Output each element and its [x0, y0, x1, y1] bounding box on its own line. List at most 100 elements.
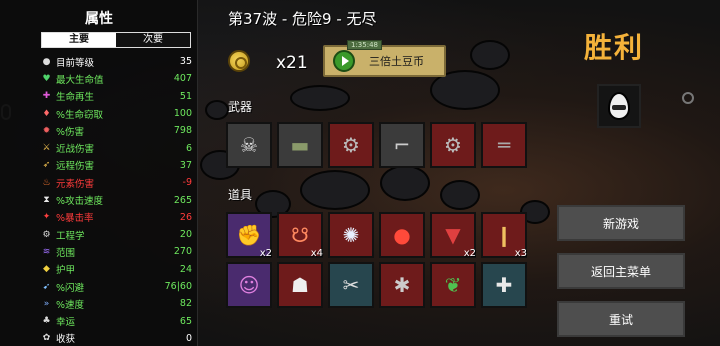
inventory-slot[interactable]: ✂	[328, 262, 374, 308]
victory-title: 胜利	[584, 31, 645, 64]
stat-label: 目前等级	[56, 57, 95, 69]
bullet-icon: ❙	[495, 223, 513, 247]
stat-row: ♣ 幸运 65	[40, 312, 192, 329]
level-icon: ●	[42, 56, 51, 67]
stat-row: ✦ %暴击率 26	[40, 209, 192, 226]
tab-secondary[interactable]: 次要	[116, 33, 190, 47]
play-icon	[333, 50, 355, 72]
character-portrait	[597, 84, 641, 128]
stat-label: 最大生命值	[56, 74, 104, 86]
inventory-slot[interactable]: ▬	[277, 122, 323, 168]
inventory-slot[interactable]: ✱	[379, 262, 425, 308]
inventory-slot[interactable]: ☗	[277, 262, 323, 308]
stat-label: %攻击速度	[56, 196, 104, 208]
main-menu-button[interactable]: 返回主菜单	[557, 253, 685, 289]
stat-label: %暴击率	[56, 213, 94, 225]
speed-icon: »	[43, 298, 50, 309]
stat-row: ⧗ %攻击速度 265	[40, 191, 192, 208]
stats-tabs: 主要 次要	[41, 32, 191, 48]
inventory-slot[interactable]: ❙ x3	[481, 212, 527, 259]
stat-value: 100	[173, 108, 192, 120]
inventory-slot[interactable]: ✚	[481, 262, 527, 308]
minigun-icon: ⚙	[342, 133, 360, 157]
stat-value: 82	[179, 298, 192, 310]
inventory-slot[interactable]: ═	[481, 122, 527, 168]
new-game-button[interactable]: 新游戏	[557, 205, 685, 241]
stat-value: 35	[179, 56, 192, 68]
stat-label: %闪避	[56, 282, 85, 294]
range-icon: ≋	[42, 246, 51, 257]
stat-value: 65	[179, 315, 192, 327]
stat-label: 生命再生	[56, 92, 95, 104]
attack-speed-icon: ⧗	[43, 195, 50, 206]
triple-coins-tag: 1:35:48	[347, 40, 382, 50]
inventory-slot[interactable]: ✺	[328, 212, 374, 258]
triple-coins-label: 三倍土豆币	[369, 55, 424, 68]
crit-icon: ✦	[42, 212, 51, 223]
stat-label: 元素伤害	[56, 178, 95, 190]
item-count: x4	[310, 248, 323, 259]
skull-wrench-icon: ☠	[240, 133, 258, 157]
retry-button[interactable]: 重试	[557, 301, 685, 337]
egg-character-icon	[608, 92, 630, 120]
revolver-icon: ⌐	[393, 133, 411, 157]
stat-value: 265	[173, 194, 192, 206]
stat-label: 工程学	[56, 230, 85, 242]
stat-label: %速度	[56, 299, 85, 311]
stats-title: 属性	[85, 11, 113, 27]
items-label: 道具	[228, 188, 253, 202]
glowing-orb-icon: ✺	[342, 223, 360, 247]
stat-value: 270	[173, 246, 192, 258]
stats-panel: 属性 主要 次要 ● 目前等级 35 ♥ 最大生命值 407 ✚ 生命再生 51 ♦ %生命窃取 10…	[0, 0, 198, 346]
inventory-slot[interactable]: ✊ x2	[226, 212, 272, 259]
inventory-slot[interactable]: ☋ x4	[277, 212, 323, 259]
inventory-slot[interactable]: ⌐	[379, 122, 425, 168]
damage-icon: ✹	[42, 125, 51, 136]
inventory-slot[interactable]: ⚙	[328, 122, 374, 168]
stat-row: ✹ %伤害 798	[40, 122, 192, 139]
stat-row: ≋ 范围 270	[40, 243, 192, 260]
cannon-icon: ▬	[290, 133, 310, 157]
enemy-silhouette	[440, 180, 480, 210]
stat-value: 798	[173, 125, 192, 137]
dodge-icon: ➹	[42, 281, 51, 292]
inventory-slot[interactable]: ⚙	[430, 122, 476, 168]
enemy-silhouette	[380, 165, 430, 201]
stat-row: ♨ 元素伤害 -9	[40, 174, 192, 191]
stat-row: ✚ 生命再生 51	[40, 88, 192, 105]
octopus-icon: ☋	[291, 223, 309, 247]
inventory-slot[interactable]: ▼ x2	[430, 212, 476, 259]
inventory-slot[interactable]: ☠	[226, 122, 272, 168]
inventory-slot[interactable]: ●	[379, 212, 425, 258]
red-cape-icon: ▼	[445, 223, 461, 247]
stat-row: ♦ %生命窃取 100	[40, 105, 192, 122]
inventory-slot[interactable]: ☺	[226, 262, 272, 308]
stat-value: 24	[179, 263, 192, 275]
stat-label: 近战伤害	[56, 144, 95, 156]
wave-title: 第37波 - 危险9 - 无尽	[228, 10, 377, 28]
creature-icon: ☺	[238, 273, 260, 297]
ghost-icon: ☗	[291, 273, 309, 297]
coin-count: x21	[276, 53, 308, 73]
stat-row: ➹ %闪避 76|60	[40, 278, 192, 295]
inventory-slot[interactable]: ❦	[430, 262, 476, 308]
stat-value: 20	[179, 229, 192, 241]
stat-row: ✿ 收获 0	[40, 330, 192, 346]
regen-icon: ✚	[42, 91, 51, 102]
stat-label: %生命窃取	[56, 109, 104, 121]
shotgun-icon: ═	[497, 133, 511, 157]
stat-row: ⚔ 近战伤害 6	[40, 139, 192, 156]
stat-row: » %速度 82	[40, 295, 192, 312]
stat-row: ♥ 最大生命值 407	[40, 70, 192, 87]
triple-coins-button[interactable]: 三倍土豆币 1:35:48	[323, 40, 446, 77]
tab-primary[interactable]: 主要	[42, 33, 116, 47]
enemy-silhouette	[205, 100, 229, 120]
robot-arm-icon: ✊	[236, 223, 262, 247]
luck-icon: ♣	[42, 316, 51, 327]
armor-icon: ◆	[43, 264, 50, 275]
item-count: x2	[463, 248, 476, 259]
enemy-marker	[682, 92, 694, 104]
medkit-icon: ✚	[495, 273, 513, 297]
stat-label: 护甲	[56, 265, 76, 277]
stat-row: ⚙ 工程学 20	[40, 226, 192, 243]
